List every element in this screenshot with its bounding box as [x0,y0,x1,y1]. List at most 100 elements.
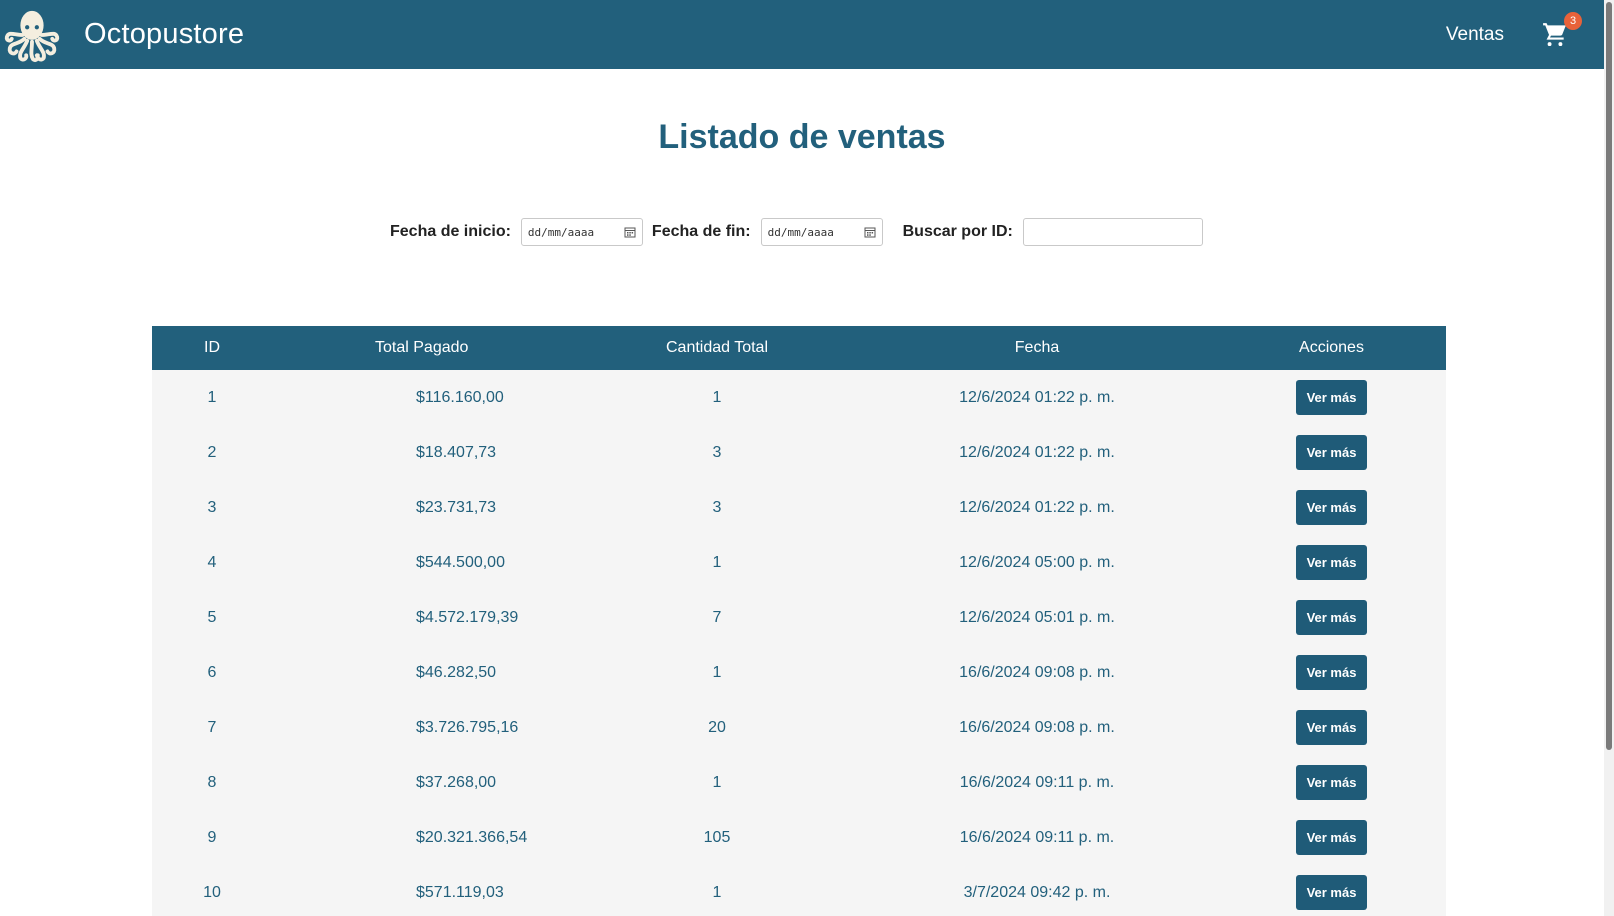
cell-date: 16/6/2024 09:11 p. m. [959,828,1115,846]
cell-actions: Ver más [1217,535,1446,590]
octopus-logo-icon [4,10,60,62]
cell-quantity: 3 [712,498,722,516]
table-row: 7 $3.726.795,16 20 16/6/2024 09:08 p. m.… [152,700,1446,755]
cell-total: $18.407,73 [416,443,497,461]
cell-quantity: 20 [708,718,726,736]
sales-table: ID Total Pagado Cantidad Total Fecha Acc… [152,326,1446,916]
cell-total: $4.572.179,39 [416,608,519,626]
view-more-button[interactable]: Ver más [1296,710,1367,745]
cell-date: 3/7/2024 09:42 p. m. [963,883,1111,901]
cell-total: $46.282,50 [416,663,497,681]
cell-id: 9 [207,828,217,846]
cell-id: 6 [207,663,217,681]
cell-total: $3.726.795,16 [416,718,519,736]
table-header: ID Total Pagado Cantidad Total Fecha Acc… [152,326,1446,370]
cell-quantity: 1 [712,388,722,406]
view-more-button[interactable]: Ver más [1296,545,1367,580]
cell-total: $20.321.366,54 [416,828,528,846]
header-id: ID [204,339,220,356]
cell-total: $37.268,00 [416,773,497,791]
cell-total: $544.500,00 [416,553,505,571]
header-total: Total Pagado [375,339,469,356]
end-date-input[interactable]: dd/mm/aaaa [760,218,883,246]
table-row: 2 $18.407,73 3 12/6/2024 01:22 p. m. Ver… [152,425,1446,480]
table-row: 4 $544.500,00 1 12/6/2024 05:00 p. m. Ve… [152,535,1446,590]
cell-actions: Ver más [1217,590,1446,645]
table-row: 6 $46.282,50 1 16/6/2024 09:08 p. m. Ver… [152,645,1446,700]
table-row: 10 $571.119,03 1 3/7/2024 09:42 p. m. Ve… [152,865,1446,916]
search-id-input[interactable] [1022,218,1203,246]
header-date: Fecha [1014,339,1060,356]
cell-date: 12/6/2024 01:22 p. m. [959,498,1115,516]
cell-total: $116.160,00 [416,388,504,406]
cell-date: 12/6/2024 01:22 p. m. [959,388,1115,406]
cell-id: 1 [207,388,217,406]
calendar-icon[interactable] [624,226,636,238]
search-id-label: Buscar por ID: [902,223,1013,240]
start-date-label: Fecha de inicio: [390,223,511,240]
cell-id: 2 [207,443,217,461]
cell-actions: Ver más [1217,755,1446,810]
start-date-placeholder: dd/mm/aaaa [527,225,595,239]
view-more-button[interactable]: Ver más [1296,765,1367,800]
end-date-placeholder: dd/mm/aaaa [767,225,834,239]
cell-date: 12/6/2024 05:00 p. m. [959,553,1115,571]
cell-actions: Ver más [1217,370,1446,425]
page-title: Listado de ventas [658,118,946,156]
cell-actions: Ver más [1217,645,1446,700]
table-row: 9 $20.321.366,54 105 16/6/2024 09:11 p. … [152,810,1446,865]
cell-quantity: 1 [712,773,722,791]
cell-actions: Ver más [1217,700,1446,755]
cell-id: 7 [207,718,217,736]
cell-id: 10 [203,883,221,901]
cell-quantity: 1 [712,883,722,901]
view-more-button[interactable]: Ver más [1296,435,1367,470]
nav-right: Ventas 3 [1446,0,1604,69]
cell-id: 5 [207,608,217,626]
brand-link[interactable]: Octopustore [0,6,244,64]
table-row: 5 $4.572.179,39 7 12/6/2024 05:01 p. m. … [152,590,1446,645]
cell-date: 12/6/2024 01:22 p. m. [959,443,1115,461]
cell-date: 16/6/2024 09:08 p. m. [959,718,1115,736]
end-date-label: Fecha de fin: [651,223,751,240]
cart-count-badge: 3 [1564,11,1582,30]
cell-actions: Ver más [1217,810,1446,865]
cell-total: $571.119,03 [416,883,504,901]
view-more-button[interactable]: Ver más [1296,820,1367,855]
cell-quantity: 3 [712,443,722,461]
cell-id: 8 [207,773,217,791]
view-more-button[interactable]: Ver más [1296,655,1367,690]
cell-quantity: 1 [712,663,722,681]
scrollbar-thumb[interactable] [1606,2,1612,750]
cell-quantity: 7 [712,608,722,626]
filters-bar: Fecha de inicio: dd/mm/aaaa Fecha de fin… [390,217,1203,247]
table-row: 8 $37.268,00 1 16/6/2024 09:11 p. m. Ver… [152,755,1446,810]
table-row: 1 $116.160,00 1 12/6/2024 01:22 p. m. Ve… [152,370,1446,425]
table-body: 1 $116.160,00 1 12/6/2024 01:22 p. m. Ve… [152,370,1446,916]
cell-actions: Ver más [1217,480,1446,535]
cell-date: 16/6/2024 09:11 p. m. [959,773,1115,791]
cell-total: $23.731,73 [416,498,497,516]
cell-date: 16/6/2024 09:08 p. m. [959,663,1115,681]
cell-date: 12/6/2024 05:01 p. m. [959,608,1115,626]
cart-button[interactable]: 3 [1542,11,1582,49]
brand-name: Octopustore [84,18,245,50]
cell-quantity: 1 [712,553,722,571]
cell-quantity: 105 [703,828,731,846]
vertical-scrollbar[interactable] [1604,0,1614,916]
view-more-button[interactable]: Ver más [1296,875,1367,910]
view-more-button[interactable]: Ver más [1296,600,1367,635]
view-more-button[interactable]: Ver más [1296,380,1367,415]
header-quantity: Cantidad Total [666,339,768,356]
cell-id: 3 [207,498,217,516]
nav-link-ventas[interactable]: Ventas [1446,24,1504,46]
calendar-icon[interactable] [864,226,876,238]
view-more-button[interactable]: Ver más [1296,490,1367,525]
header-actions: Acciones [1299,339,1364,356]
cell-actions: Ver más [1217,865,1446,916]
navbar: Octopustore Ventas 3 [0,0,1604,69]
table-row: 3 $23.731,73 3 12/6/2024 01:22 p. m. Ver… [152,480,1446,535]
start-date-input[interactable]: dd/mm/aaaa [520,218,643,246]
cell-actions: Ver más [1217,425,1446,480]
page: Octopustore Ventas 3 Listado de ventas F… [0,0,1614,916]
